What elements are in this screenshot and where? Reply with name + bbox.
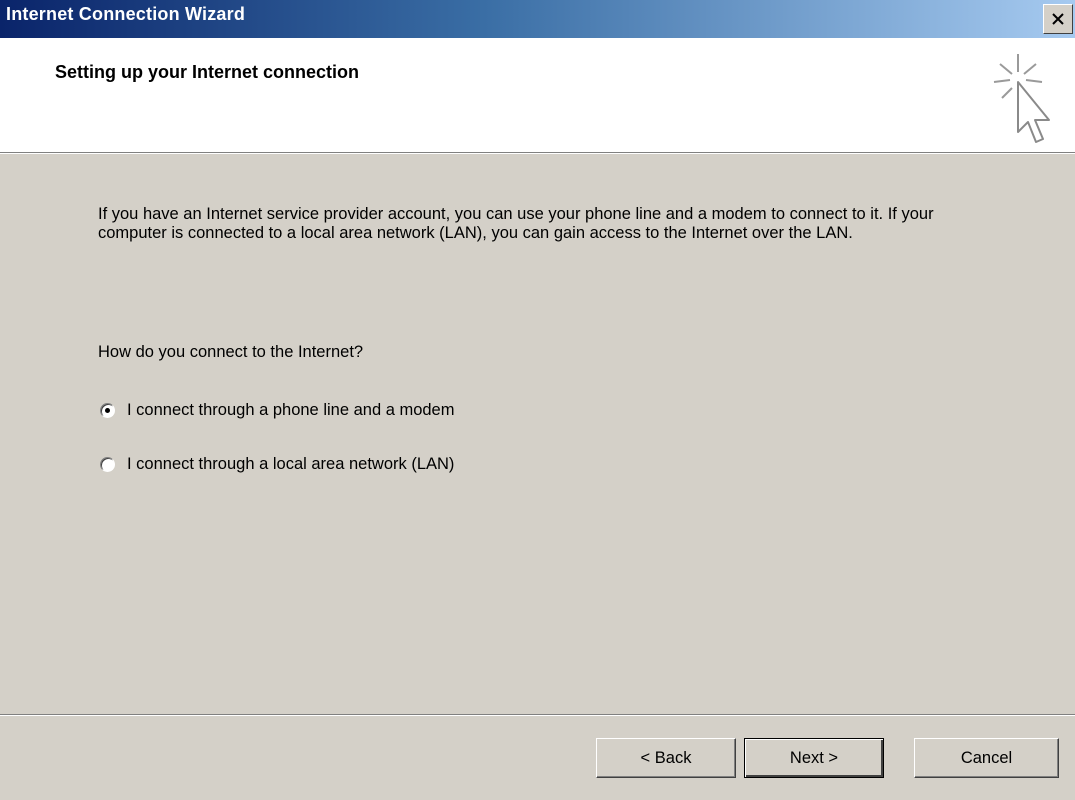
radio-dot-icon [105, 407, 110, 413]
footer-divider [0, 714, 1075, 716]
connection-question: How do you connect to the Internet? [98, 343, 364, 361]
radio-button-unselected[interactable] [100, 456, 115, 472]
wizard-cursor-sparkle-icon [993, 54, 1050, 143]
close-button[interactable] [1043, 4, 1073, 34]
description-text: If you have an Internet service provider… [98, 205, 934, 242]
radio-option-modem[interactable]: I connect through a phone line and a mod… [100, 398, 454, 422]
wizard-window: Internet Connection Wizard Setting up yo… [0, 0, 1075, 800]
title-bar[interactable]: Internet Connection Wizard [0, 0, 1075, 38]
header-divider [0, 152, 1075, 154]
window-title: Internet Connection Wizard [6, 4, 246, 24]
cancel-button[interactable]: Cancel [914, 738, 1059, 778]
radio-label-modem[interactable]: I connect through a phone line and a mod… [127, 401, 454, 420]
next-button[interactable]: Next > [744, 738, 884, 778]
wizard-header: Setting up your Internet connection [0, 38, 1075, 152]
page-title: Setting up your Internet connection [55, 62, 360, 82]
radio-button-selected[interactable] [100, 402, 115, 418]
close-icon [1052, 13, 1064, 25]
back-button[interactable]: < Back [596, 738, 736, 778]
radio-label-lan[interactable]: I connect through a local area network (… [127, 455, 454, 474]
radio-option-lan[interactable]: I connect through a local area network (… [100, 452, 454, 476]
